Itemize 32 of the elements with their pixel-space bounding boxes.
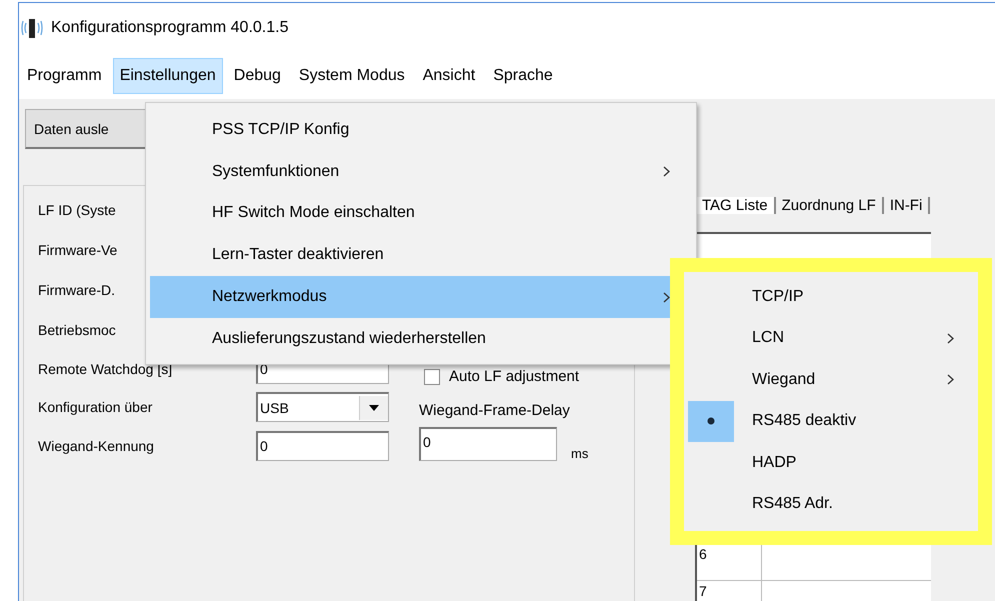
field-label: LF ID (Syste: [38, 201, 116, 220]
menu-entry[interactable]: LCN: [688, 318, 974, 359]
field-label: Wiegand-Frame-Delay: [419, 401, 571, 421]
field-label: Firmware-Ve: [38, 241, 118, 260]
menu-entry[interactable]: HF Switch Mode einschalten: [150, 192, 692, 234]
app-icon: [21, 17, 43, 39]
field-label: Wiegand-Kennung: [38, 436, 155, 456]
menu-entry[interactable]: HADP: [688, 442, 974, 484]
radio-dot-icon: [707, 417, 715, 426]
menu-item[interactable]: Sprache: [486, 58, 560, 94]
menu-item[interactable]: System Modus: [292, 58, 412, 94]
row-number: 7: [697, 581, 762, 601]
menu-entry[interactable]: RS485 Adr.: [688, 484, 974, 525]
unit-label: ms: [571, 446, 588, 461]
field-label: Firmware-D.: [38, 281, 115, 300]
menu-item[interactable]: Ansicht: [416, 58, 482, 94]
text-field[interactable]: 0: [419, 427, 557, 461]
auto-lf-checkbox[interactable]: Auto LF adjustment: [424, 368, 588, 385]
menu-entry[interactable]: Wiegand: [688, 359, 974, 400]
menu-item[interactable]: Programm: [20, 58, 109, 94]
caret-down-icon: [369, 404, 379, 411]
menu-item[interactable]: Einstellungen: [112, 58, 223, 94]
menu-entry[interactable]: Lern-Taster deaktivieren: [150, 234, 692, 276]
menu-entry[interactable]: RS485 deaktiv: [688, 400, 974, 442]
dropdown-field[interactable]: USB: [256, 392, 389, 422]
field-label: Betriebsmoc: [38, 321, 116, 340]
text-field[interactable]: 0: [256, 430, 389, 461]
tab[interactable]: TAG Liste: [695, 197, 776, 214]
field-label: Konfiguration über: [38, 398, 154, 418]
menu-item[interactable]: Debug: [226, 58, 288, 94]
window-title: Konfigurationsprogramm 40.0.1.5: [51, 19, 288, 37]
menu-entry[interactable]: Systemfunktionen: [150, 150, 692, 193]
